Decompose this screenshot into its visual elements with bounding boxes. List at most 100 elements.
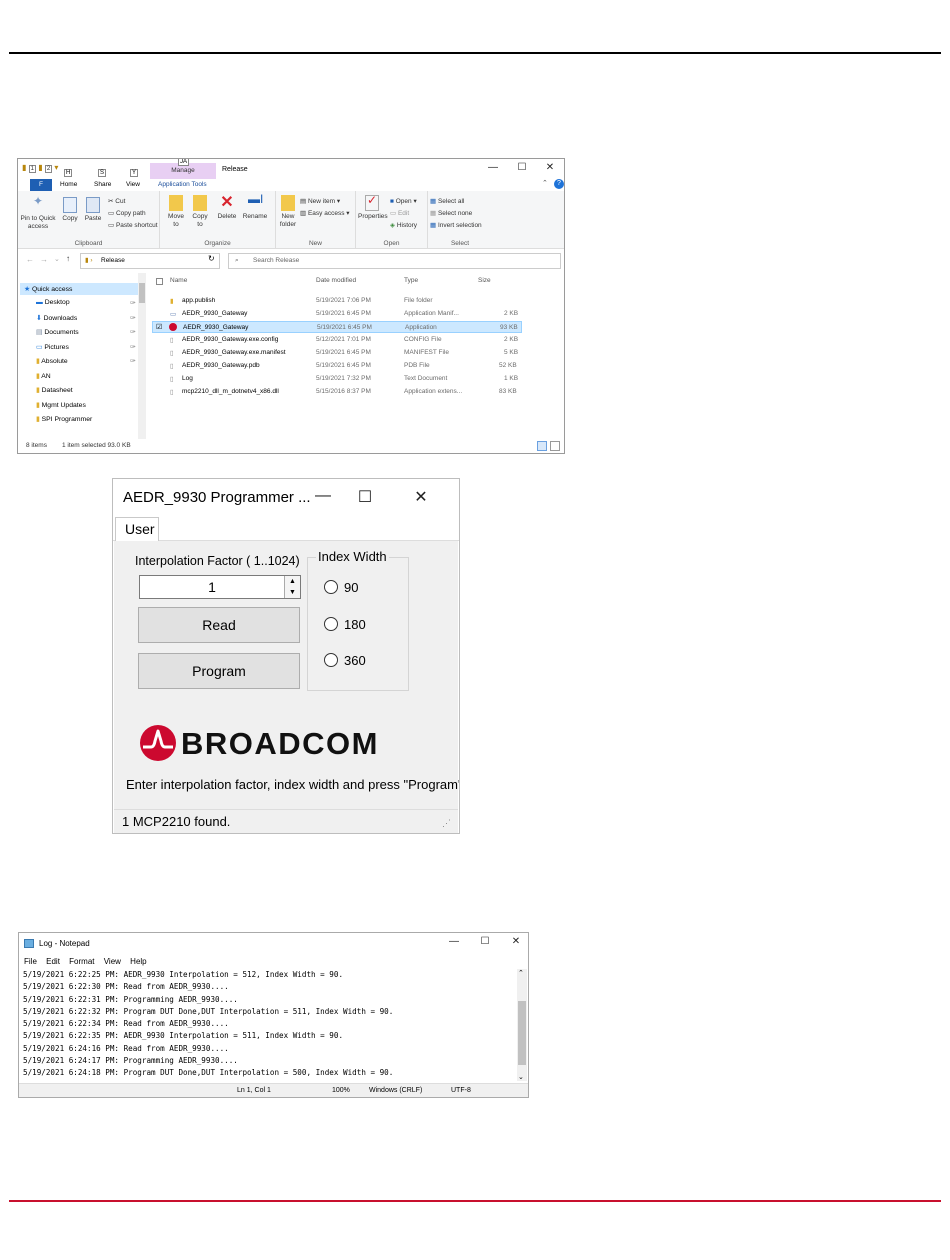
maximize-icon[interactable]: ☐	[469, 936, 501, 947]
file-row[interactable]: ▭ AEDR_9930_Gateway 5/19/2021 6:45 PM Ap…	[152, 308, 522, 320]
file-row[interactable]: ▯ AEDR_9930_Gateway.exe.manifest 5/19/20…	[152, 347, 522, 359]
interpolation-value[interactable]: 1	[140, 579, 284, 595]
tab-user[interactable]: User	[115, 517, 159, 541]
details-view-icon[interactable]	[537, 441, 547, 451]
menu-file[interactable]: File	[24, 957, 37, 966]
recent-chevron-icon[interactable]: ⌄	[54, 255, 60, 263]
address-bar[interactable]: ▮ › Release	[80, 253, 220, 269]
checkbox-checked-icon[interactable]: ☑	[156, 323, 162, 331]
copy-path-button[interactable]: ▭ Copy path	[108, 209, 146, 217]
close-icon[interactable]: ✕	[501, 936, 528, 947]
minimize-icon[interactable]: —	[309, 487, 337, 507]
properties-button[interactable]: ✓ Properties	[358, 194, 388, 221]
menu-help[interactable]: Help	[130, 957, 146, 966]
file-row-selected[interactable]: ☑ AEDR_9930_Gateway 5/19/2021 6:45 PM Ap…	[152, 321, 522, 333]
file-row[interactable]: ▯ AEDR_9930_Gateway.pdb 5/19/2021 6:45 P…	[152, 360, 522, 372]
keytip-view: Y	[130, 169, 139, 177]
address-row: ← → ⌄ ↑ ▮ › Release ↻ ⌕ Search Release	[18, 251, 564, 271]
file-row[interactable]: ▯ Log 5/19/2021 7:32 PM Text Document 1 …	[152, 373, 522, 385]
rename-button[interactable]: ▬I Rename	[242, 193, 268, 221]
nav-scrollbar[interactable]	[138, 273, 146, 439]
new-item-button[interactable]: ▤ New item ▾	[300, 197, 340, 205]
keytip-share: S	[98, 169, 107, 177]
close-icon[interactable]: ✕	[536, 162, 564, 173]
log-text-area[interactable]: 5/19/2021 6:22:25 PM: AEDR_9930 Interpol…	[23, 969, 515, 1081]
copy-button[interactable]: Copy	[60, 197, 80, 223]
delete-button[interactable]: ✕ Delete	[216, 195, 238, 221]
resize-grip-icon[interactable]: ⋰	[442, 818, 451, 829]
scroll-thumb[interactable]	[518, 1001, 526, 1065]
easy-access-button[interactable]: ▥ Easy access ▾	[300, 209, 350, 217]
star-icon: ★	[24, 286, 32, 293]
forward-arrow-icon[interactable]: →	[40, 255, 48, 264]
select-none-button[interactable]: ▦ Select none	[430, 209, 472, 217]
nav-quick-access[interactable]: ★ Quick access	[24, 285, 72, 293]
paste-button[interactable]: Paste	[82, 197, 104, 223]
tab-application-tools[interactable]: Application Tools	[158, 181, 207, 188]
tab-file[interactable]: F	[30, 179, 52, 191]
large-icons-view-icon[interactable]	[550, 441, 560, 451]
nav-mgmt-updates[interactable]: ▮ Mgmt Updates	[36, 401, 86, 409]
stepper-down-icon[interactable]: ▼	[285, 587, 300, 598]
minimize-icon[interactable]: —	[478, 162, 508, 173]
col-date[interactable]: Date modified	[316, 277, 356, 284]
nav-downloads[interactable]: ⬇ Downloads	[36, 314, 77, 322]
interpolation-stepper[interactable]: 1 ▲ ▼	[139, 575, 301, 599]
nav-documents[interactable]: ▤ Documents	[36, 328, 79, 336]
nav-desktop[interactable]: ▬ Desktop	[36, 299, 70, 306]
new-folder-button[interactable]: New folder	[278, 195, 298, 229]
stepper-up-icon[interactable]: ▲	[285, 576, 300, 587]
file-row[interactable]: ▯ mcp2210_dll_m_dotnetv4_x86.dll 5/15/20…	[152, 386, 522, 398]
nav-datasheet[interactable]: ▮ Datasheet	[36, 386, 73, 394]
minimize-icon[interactable]: —	[439, 936, 469, 947]
program-button[interactable]: Program	[138, 653, 300, 689]
select-all-checkbox[interactable]	[156, 278, 163, 285]
col-type[interactable]: Type	[404, 277, 418, 284]
tab-view[interactable]: View	[126, 181, 140, 188]
search-icon: ⌕	[235, 257, 239, 264]
scroll-down-icon[interactable]: ⌄	[518, 1073, 524, 1081]
help-icon[interactable]: ?	[554, 179, 564, 189]
quick-access-toolbar[interactable]: ▮ 1 ▮ 2 ▾	[22, 163, 58, 173]
nav-spi-programmer[interactable]: ▮ SPI Programmer	[36, 415, 92, 423]
paste-shortcut-button[interactable]: ▭ Paste shortcut	[108, 221, 158, 229]
nav-an[interactable]: ▮ AN	[36, 372, 51, 380]
col-size[interactable]: Size	[478, 277, 491, 284]
move-to-button[interactable]: Move to	[166, 195, 186, 229]
up-arrow-icon[interactable]: ↑	[66, 254, 70, 263]
menu-view[interactable]: View	[104, 957, 121, 966]
menu-format[interactable]: Format	[69, 957, 94, 966]
file-row[interactable]: ▮ app.publish 5/19/2021 7:06 PM File fol…	[152, 295, 522, 307]
tab-share[interactable]: Share	[94, 181, 111, 188]
copy-to-button[interactable]: Copy to	[190, 195, 210, 229]
history-button[interactable]: ◈ History	[390, 221, 417, 229]
file-row[interactable]: ▯ AEDR_9930_Gateway.exe.config 5/12/2021…	[152, 334, 522, 346]
back-arrow-icon[interactable]: ←	[26, 255, 34, 264]
tab-home[interactable]: Home	[60, 181, 77, 188]
radio-180[interactable]: 180	[324, 617, 366, 632]
pin-quick-access-button[interactable]: ✦ Pin to Quick access	[20, 195, 56, 231]
log-line: 5/19/2021 6:24:16 PM: Read from AEDR_993…	[23, 1043, 229, 1053]
edit-button[interactable]: ▭ Edit	[390, 209, 409, 217]
maximize-icon[interactable]: ☐	[508, 162, 536, 173]
maximize-icon[interactable]: ☐	[337, 487, 393, 507]
nav-pictures[interactable]: ▭ Pictures	[36, 343, 69, 351]
group-label-select: Select	[450, 240, 470, 247]
refresh-icon[interactable]: ↻	[208, 254, 215, 263]
search-input[interactable]: ⌕ Search Release	[228, 253, 561, 269]
scroll-up-icon[interactable]: ⌃	[518, 969, 524, 977]
open-button[interactable]: ■ Open ▾	[390, 197, 417, 205]
nav-absolute[interactable]: ▮ Absolute	[36, 357, 68, 365]
menu-edit[interactable]: Edit	[46, 957, 60, 966]
radio-360[interactable]: 360	[324, 653, 366, 668]
col-name[interactable]: Name	[170, 277, 187, 284]
read-button[interactable]: Read	[138, 607, 300, 643]
vertical-scrollbar[interactable]: ⌃ ⌄	[517, 969, 527, 1081]
scroll-thumb[interactable]	[139, 283, 145, 303]
invert-selection-button[interactable]: ▦ Invert selection	[430, 221, 482, 229]
close-icon[interactable]: ✕	[393, 487, 449, 507]
cut-button[interactable]: ✂ Cut	[108, 197, 125, 205]
select-all-button[interactable]: ▦ Select all	[430, 197, 464, 205]
radio-90[interactable]: 90	[324, 580, 358, 595]
collapse-ribbon-icon[interactable]: ⌃	[542, 179, 548, 187]
